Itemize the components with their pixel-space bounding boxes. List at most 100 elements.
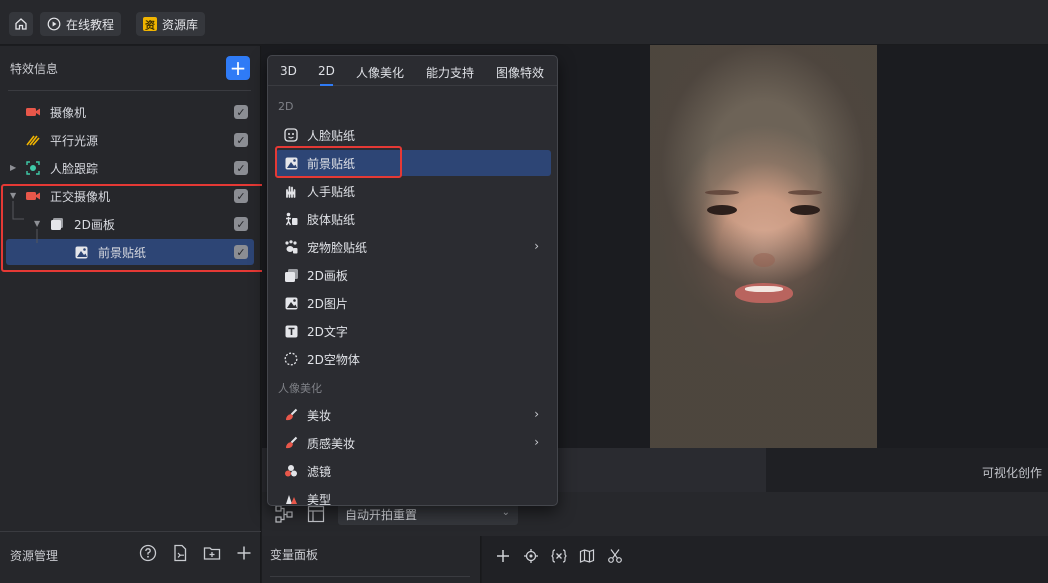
annotation-highlight-box <box>1 184 270 272</box>
tab-image-effects[interactable]: 图像特效 <box>496 64 544 81</box>
canvas-icon <box>284 268 298 282</box>
effect-info-title: 特效信息 <box>10 62 59 76</box>
menu-item-label: 美妆 <box>307 408 332 423</box>
variable-panel-title: 变量面板 <box>270 548 319 562</box>
menu-item-2d-empty-object[interactable]: 2D空物体 <box>276 346 551 372</box>
cut-icon[interactable] <box>605 546 625 566</box>
import-file-icon[interactable] <box>171 544 189 562</box>
reset-mode-select[interactable]: 自动开拍重置 ⌄ <box>338 503 518 525</box>
variable-icon[interactable] <box>549 546 569 566</box>
section-portrait-beauty-heading: 人像美化 <box>278 382 322 395</box>
menu-item-hand-sticker[interactable]: 人手贴纸 <box>276 178 551 204</box>
preview-right-brow <box>788 190 822 195</box>
preview-nose <box>753 253 775 267</box>
body-sticker-icon <box>284 212 298 226</box>
reshape-icon <box>284 492 298 505</box>
play-circle-icon <box>47 17 61 31</box>
resource-manager-bar: 资源管理 <box>0 531 261 583</box>
locate-icon[interactable] <box>521 546 541 566</box>
tab-2d[interactable]: 2D <box>318 64 335 86</box>
menu-item-2d-image[interactable]: 2D图片 <box>276 290 551 316</box>
resource-library-label: 资源库 <box>162 17 199 32</box>
chevron-right-icon: › <box>534 407 539 421</box>
tree-item-label: 平行光源 <box>50 133 99 148</box>
online-tutorial-button[interactable]: 在线教程 <box>40 12 122 36</box>
preview-left-eye <box>707 205 737 215</box>
menu-item-label: 美型 <box>307 492 332 506</box>
menu-item-label: 肢体贴纸 <box>307 212 356 227</box>
add-object-button[interactable]: + <box>226 56 250 80</box>
divider <box>8 90 251 91</box>
pet-face-sticker-icon <box>284 240 298 254</box>
tab-capability-support[interactable]: 能力支持 <box>426 64 474 81</box>
expand-arrow-icon[interactable]: ▶ <box>10 163 16 172</box>
menu-item-label: 2D画板 <box>307 268 348 283</box>
top-bar: 在线教程 资 资源库 <box>0 0 1048 45</box>
menu-item-label: 2D图片 <box>307 296 348 311</box>
menu-item-2d-canvas[interactable]: 2D画板 <box>276 262 551 288</box>
tree-item-camera[interactable]: 摄像机 ✓ <box>6 99 254 125</box>
add-node-icon[interactable] <box>493 546 513 566</box>
menu-item-pet-face-sticker[interactable]: 宠物脸贴纸 › <box>276 234 551 260</box>
menu-item-label: 2D文字 <box>307 324 348 339</box>
tree-item-face-tracking[interactable]: ▶ 人脸跟踪 ✓ <box>6 155 254 181</box>
menu-item-reshape[interactable]: 美型 <box>276 486 551 506</box>
add-object-menu: 3D 2D 人像美化 能力支持 图像特效 2D 人脸贴纸 前景贴纸 人手贴纸 肢… <box>267 55 558 506</box>
menu-item-filter[interactable]: 滤镜 <box>276 458 551 484</box>
new-folder-icon[interactable] <box>203 544 221 562</box>
menu-item-label: 质感美妆 <box>307 436 356 451</box>
filter-icon <box>284 464 298 478</box>
preview-teeth <box>745 286 783 292</box>
section-2d-heading: 2D <box>278 100 294 113</box>
effect-info-panel: 特效信息 + 摄像机 ✓ 平行光源 ✓ ▶ 人脸跟踪 ✓ ▼ 正交摄像机 ✓ ▼… <box>0 46 270 583</box>
preview-right-eye <box>790 205 820 215</box>
visual-creation-label[interactable]: 可视化创作 <box>982 464 1042 481</box>
resource-manager-actions <box>139 544 253 562</box>
divider <box>270 576 470 577</box>
menu-item-label: 人手贴纸 <box>307 184 356 199</box>
menu-tabs: 3D 2D 人像美化 能力支持 图像特效 <box>268 56 557 86</box>
menu-item-label: 宠物脸贴纸 <box>307 240 368 255</box>
tab-3d[interactable]: 3D <box>280 64 297 78</box>
face-sticker-icon <box>284 128 298 142</box>
menu-item-label: 滤镜 <box>307 464 332 479</box>
preview-left-brow <box>705 190 739 195</box>
image-icon <box>284 296 298 310</box>
tree-item-parallel-light[interactable]: 平行光源 ✓ <box>6 127 254 153</box>
tree-item-label: 人脸跟踪 <box>50 161 99 176</box>
menu-item-label: 2D空物体 <box>307 352 360 367</box>
menu-item-label: 人脸贴纸 <box>307 128 356 143</box>
reset-mode-value: 自动开拍重置 <box>345 507 418 522</box>
map-icon[interactable] <box>577 546 597 566</box>
home-button[interactable] <box>9 12 33 36</box>
menu-item-face-sticker[interactable]: 人脸贴纸 <box>276 122 551 148</box>
visibility-checkbox[interactable]: ✓ <box>234 105 248 119</box>
resource-library-button[interactable]: 资 资源库 <box>136 12 206 36</box>
layout-icon[interactable] <box>306 504 326 524</box>
add-resource-icon[interactable] <box>235 544 253 562</box>
text-icon <box>284 324 298 338</box>
visibility-checkbox[interactable]: ✓ <box>234 133 248 147</box>
tab-portrait-beauty[interactable]: 人像美化 <box>356 64 404 81</box>
resource-manager-title: 资源管理 <box>10 549 59 563</box>
help-icon[interactable] <box>139 544 157 562</box>
makeup-icon <box>284 408 298 422</box>
menu-item-body-sticker[interactable]: 肢体贴纸 <box>276 206 551 232</box>
tree-item-label: 摄像机 <box>50 105 87 120</box>
status-strip-right: 可视化创作 <box>766 448 1048 492</box>
hand-sticker-icon <box>284 184 298 198</box>
variable-panel: 变量面板 <box>262 536 481 583</box>
chevron-down-icon: ⌄ <box>501 507 510 518</box>
visibility-checkbox[interactable]: ✓ <box>234 161 248 175</box>
menu-item-2d-text[interactable]: 2D文字 <box>276 318 551 344</box>
node-graph-icon[interactable] <box>274 504 294 524</box>
menu-item-texture-makeup[interactable]: 质感美妆 › <box>276 430 551 456</box>
chevron-right-icon: › <box>534 239 539 253</box>
menu-item-makeup[interactable]: 美妆 › <box>276 402 551 428</box>
online-tutorial-label: 在线教程 <box>66 17 115 32</box>
home-icon <box>15 18 27 30</box>
camera-icon <box>26 106 40 118</box>
preview-face-shading <box>650 45 877 448</box>
node-editor-toolbar <box>482 536 1048 583</box>
annotation-highlight-box <box>275 146 402 178</box>
